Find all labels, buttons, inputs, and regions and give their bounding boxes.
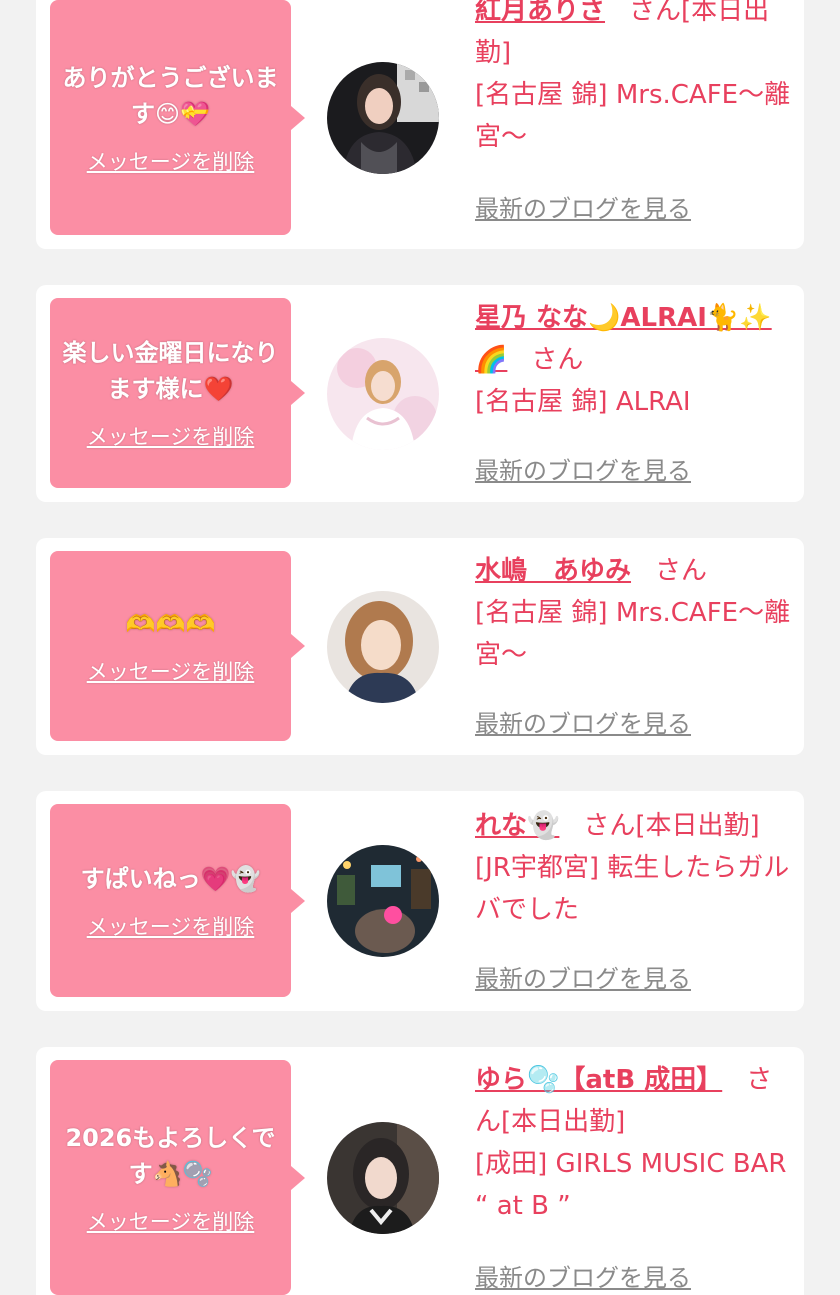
message-card: すぱいねっ💗👻 メッセージを削除 れな👻 さん[本日出勤] [JR宇都宮] 転生し… xyxy=(36,791,804,1011)
delete-message-link[interactable]: メッセージを削除 xyxy=(87,911,255,941)
message-text: 2026もよろしくです🐴🫧 xyxy=(65,1123,276,1188)
cast-name-link[interactable]: 星乃 なな🌙ALRAI🐈✨🌈 xyxy=(475,303,772,375)
message-text: 🫶🫶🫶 xyxy=(125,610,216,638)
message-bubble: すぱいねっ💗👻 メッセージを削除 xyxy=(50,804,305,997)
cast-info: れな👻 さん[本日出勤] [JR宇都宮] 転生したらガルバでした 最新のブログを見… xyxy=(475,805,793,1011)
cast-name-link[interactable]: ゆら🫧【atB 成田】 xyxy=(475,1065,722,1095)
cast-info: ゆら🫧【atB 成田】 さん[本日出勤] [成田] GIRLS MUSIC BAR… xyxy=(475,1059,793,1295)
shop-name: [名古屋 錦] Mrs.CAFE〜離宮〜 xyxy=(475,598,791,670)
avatar[interactable] xyxy=(327,591,439,703)
message-bubble: 楽しい金曜日になります様に❤️ メッセージを削除 xyxy=(50,298,305,488)
avatar[interactable] xyxy=(327,1122,439,1234)
latest-blog-link[interactable]: 最新のブログを見る xyxy=(475,450,691,492)
avatar[interactable] xyxy=(327,62,439,174)
shop-name: [成田] GIRLS MUSIC BAR “ at B ” xyxy=(475,1149,787,1221)
cast-info: 紅月ありさ さん[本日出勤] [名古屋 錦] Mrs.CAFE〜離宮〜 最新のブロ… xyxy=(475,0,793,249)
shop-name: [JR宇都宮] 転生したらガルバでした xyxy=(475,853,790,925)
message-text: 楽しい金曜日になります様に❤️ xyxy=(62,339,279,403)
message-list: ありがとうございます😊💝 メッセージを削除 紅月ありさ さん[本日出勤] [名古屋… xyxy=(0,0,840,1295)
delete-message-link[interactable]: メッセージを削除 xyxy=(87,656,255,686)
attendance-status: [本日出勤] xyxy=(501,1107,626,1137)
message-text: すぱいねっ💗👻 xyxy=(80,864,261,893)
honorific: さん xyxy=(629,0,682,26)
delete-message-link[interactable]: メッセージを削除 xyxy=(87,146,255,176)
avatar[interactable] xyxy=(327,845,439,957)
message-text: ありがとうございます😊💝 xyxy=(62,63,279,128)
cast-info: 水嶋 あゆみ さん [名古屋 錦] Mrs.CAFE〜離宮〜 最新のブログを見る xyxy=(475,550,793,755)
honorific: さん xyxy=(583,811,636,841)
cast-name-link[interactable]: れな👻 xyxy=(475,811,559,841)
cast-name-link[interactable]: 紅月ありさ xyxy=(475,0,605,26)
message-bubble: 🫶🫶🫶 メッセージを削除 xyxy=(50,551,305,741)
message-card: ありがとうございます😊💝 メッセージを削除 紅月ありさ さん[本日出勤] [名古屋… xyxy=(36,0,804,249)
message-bubble: 2026もよろしくです🐴🫧 メッセージを削除 xyxy=(50,1060,305,1295)
shop-name: [名古屋 錦] ALRAI xyxy=(475,387,691,417)
latest-blog-link[interactable]: 最新のブログを見る xyxy=(475,188,691,230)
latest-blog-link[interactable]: 最新のブログを見る xyxy=(475,1257,691,1295)
delete-message-link[interactable]: メッセージを削除 xyxy=(87,421,255,451)
avatar[interactable] xyxy=(327,338,439,450)
message-card: 🫶🫶🫶 メッセージを削除 水嶋 あゆみ さん [名古屋 錦] Mrs.CAFE〜離… xyxy=(36,538,804,755)
latest-blog-link[interactable]: 最新のブログを見る xyxy=(475,703,691,745)
cast-info: 星乃 なな🌙ALRAI🐈✨🌈 さん [名古屋 錦] ALRAI 最新のブログを見る xyxy=(475,297,793,502)
message-card: 楽しい金曜日になります様に❤️ メッセージを削除 星乃 なな🌙ALRAI🐈✨🌈 さ… xyxy=(36,285,804,502)
latest-blog-link[interactable]: 最新のブログを見る xyxy=(475,958,691,1000)
honorific: さん xyxy=(531,345,584,375)
attendance-status: [本日出勤] xyxy=(635,811,760,841)
honorific: さん xyxy=(655,556,708,586)
message-bubble: ありがとうございます😊💝 メッセージを削除 xyxy=(50,0,305,235)
message-card: 2026もよろしくです🐴🫧 メッセージを削除 ゆら🫧【atB 成田】 さん[本日出… xyxy=(36,1047,804,1295)
cast-name-link[interactable]: 水嶋 あゆみ xyxy=(475,556,631,586)
delete-message-link[interactable]: メッセージを削除 xyxy=(87,1206,255,1236)
shop-name: [名古屋 錦] Mrs.CAFE〜離宮〜 xyxy=(475,80,791,152)
